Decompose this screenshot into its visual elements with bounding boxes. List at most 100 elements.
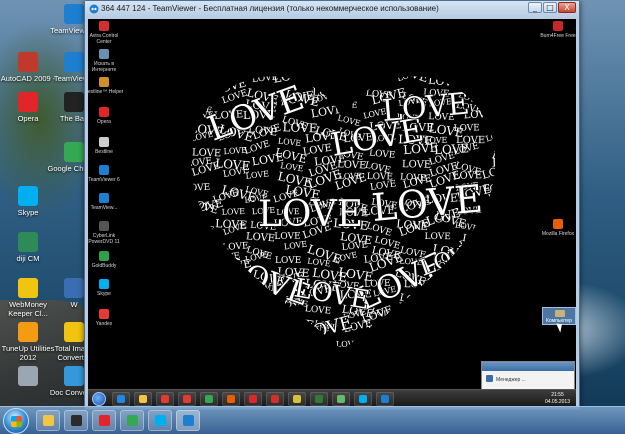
love-word: LOVE bbox=[398, 299, 431, 314]
remote-taskbar: 21:55 04.05.2013 bbox=[88, 389, 576, 407]
teamviewer-icon bbox=[64, 4, 84, 24]
taskbar-item[interactable] bbox=[176, 410, 200, 431]
remote-desktop-view[interactable]: Avira Control Center Искать в Интернете Be… bbox=[88, 19, 576, 407]
love-word: LOVE bbox=[218, 68, 246, 84]
love-word: LOVE bbox=[184, 183, 211, 194]
opera-icon bbox=[99, 415, 110, 426]
love-word: LOVE bbox=[184, 236, 218, 253]
love-word: LOVE bbox=[431, 312, 455, 324]
remote-taskbar-item[interactable] bbox=[376, 392, 394, 406]
remote-clock[interactable]: 21:55 04.05.2013 bbox=[545, 392, 570, 406]
taskbar-item[interactable] bbox=[36, 410, 60, 431]
remote-desktop-icon[interactable]: GoldBuddy bbox=[88, 251, 124, 269]
firefox-icon bbox=[227, 395, 235, 403]
desktop-icon[interactable]: Skype bbox=[0, 186, 56, 217]
remote-desktop-icon[interactable]: Mozilla Firefox bbox=[538, 219, 576, 237]
remote-taskbar-item[interactable] bbox=[288, 392, 306, 406]
desktop-icon[interactable]: diji CM bbox=[0, 232, 56, 263]
remote-taskbar-item[interactable] bbox=[112, 392, 130, 406]
taskbar-item[interactable] bbox=[92, 410, 116, 431]
love-word: LOVE bbox=[451, 329, 485, 350]
avira-icon bbox=[271, 395, 279, 403]
love-word: LOVE bbox=[249, 306, 277, 322]
remote-taskbar-item[interactable] bbox=[354, 392, 372, 406]
remote-desktop-icon[interactable]: Opera bbox=[88, 107, 124, 125]
remote-taskbar-item[interactable] bbox=[222, 392, 240, 406]
love-word: LOVE bbox=[364, 345, 397, 361]
love-word: LOVE bbox=[312, 68, 343, 84]
love-word: LOVE bbox=[488, 84, 503, 100]
love-word: LOVE bbox=[334, 100, 358, 110]
love-word: LOVE bbox=[429, 306, 454, 320]
opera-icon bbox=[249, 395, 257, 403]
skype-icon bbox=[99, 279, 109, 289]
love-word-large: LOVE bbox=[258, 194, 363, 235]
love-word: LOVE bbox=[455, 63, 485, 75]
remote-taskbar-item[interactable] bbox=[134, 392, 152, 406]
love-word: LOVE bbox=[489, 229, 503, 252]
taskbar-item[interactable] bbox=[148, 410, 172, 431]
heart-word-art: LOVELOVELOVELOVE LOVE LOVE LOVELOVELOVE LOVE… bbox=[184, 61, 503, 361]
love-word: LOVE bbox=[485, 128, 503, 144]
remote-taskbar-item[interactable] bbox=[200, 392, 218, 406]
love-word: LOVE bbox=[492, 261, 503, 275]
love-word: LOVE bbox=[221, 340, 252, 359]
love-word: LOVE bbox=[456, 244, 490, 264]
teamviewer-icon bbox=[315, 395, 323, 403]
love-word: LOVE bbox=[483, 302, 503, 324]
minimize-button[interactable]: _ bbox=[528, 2, 542, 13]
opera-icon bbox=[99, 107, 109, 117]
remote-taskbar-item[interactable] bbox=[244, 392, 262, 406]
love-word: LOVE bbox=[489, 61, 503, 72]
remote-taskbar-item[interactable] bbox=[332, 392, 350, 406]
love-word: LOVE bbox=[486, 306, 503, 324]
remote-desktop-icon[interactable]: Avira Control Center bbox=[88, 21, 124, 45]
start-button[interactable] bbox=[3, 408, 29, 434]
love-word: LOVE bbox=[484, 108, 503, 126]
love-word: LOVE bbox=[397, 318, 425, 336]
remote-desktop-icon[interactable]: CyberLink PowerDVD 11 bbox=[88, 221, 124, 245]
remote-icon-label: Bestline bbox=[95, 149, 113, 155]
remote-taskbar-item[interactable] bbox=[178, 392, 196, 406]
remote-desktop-icon[interactable]: TeamViewer 6 bbox=[88, 165, 124, 183]
chrome-icon bbox=[205, 395, 213, 403]
yandex-icon bbox=[183, 395, 191, 403]
love-word: LOVE bbox=[397, 324, 435, 347]
love-word: LOVE bbox=[244, 61, 280, 76]
love-word: LOVE bbox=[456, 301, 488, 315]
love-word: LOVE bbox=[488, 280, 503, 292]
taskbar-item[interactable] bbox=[120, 410, 144, 431]
teamviewer-window: 364 447 124 - TeamViewer - Бесплатная ли… bbox=[84, 0, 580, 410]
love-word: LOVE bbox=[187, 61, 218, 72]
remote-desktop-icon[interactable]: TeamView... bbox=[88, 193, 124, 211]
remote-desktop-icon[interactable]: Bestline bbox=[88, 137, 124, 155]
window-title: 364 447 124 - TeamViewer - Бесплатная ли… bbox=[101, 4, 439, 13]
remote-desktop-icon[interactable]: Искать в Интернете bbox=[88, 49, 124, 73]
maximize-button[interactable]: □ bbox=[543, 2, 557, 13]
explorer-icon bbox=[43, 415, 54, 426]
remote-icon-label: TeamViewer 6 bbox=[88, 177, 120, 183]
the-bat-icon bbox=[293, 395, 301, 403]
close-button[interactable]: X bbox=[558, 2, 576, 13]
bestline-icon bbox=[99, 77, 109, 87]
remote-desktop-icon[interactable]: Bestline™ Helper bbox=[88, 77, 124, 95]
remote-taskbar-item[interactable] bbox=[266, 392, 284, 406]
firefox-icon bbox=[553, 219, 563, 229]
remote-taskbar-item[interactable] bbox=[310, 392, 328, 406]
remote-desktop-icon[interactable]: Yandex bbox=[88, 309, 124, 327]
media-icon bbox=[161, 395, 169, 403]
recycle-bin-icon bbox=[18, 366, 38, 386]
skype-icon bbox=[18, 186, 38, 206]
love-word: LOVE bbox=[222, 278, 259, 299]
remote-taskbar-item[interactable] bbox=[156, 392, 174, 406]
remote-desktop-icon[interactable]: Skype bbox=[88, 279, 124, 297]
love-word: LOVE bbox=[186, 333, 217, 349]
avira-icon bbox=[99, 21, 109, 31]
love-word: LOVE bbox=[430, 337, 466, 353]
love-word: LOVE bbox=[245, 325, 272, 337]
remote-start-button[interactable] bbox=[92, 392, 106, 406]
window-titlebar[interactable]: 364 447 124 - TeamViewer - Бесплатная ли… bbox=[85, 1, 579, 17]
remote-desktop-icon[interactable]: Burn4Free Free bbox=[538, 21, 576, 39]
desktop-icon-label: WebMoney Keeper Cl... bbox=[8, 300, 48, 318]
taskbar-item[interactable] bbox=[64, 410, 88, 431]
